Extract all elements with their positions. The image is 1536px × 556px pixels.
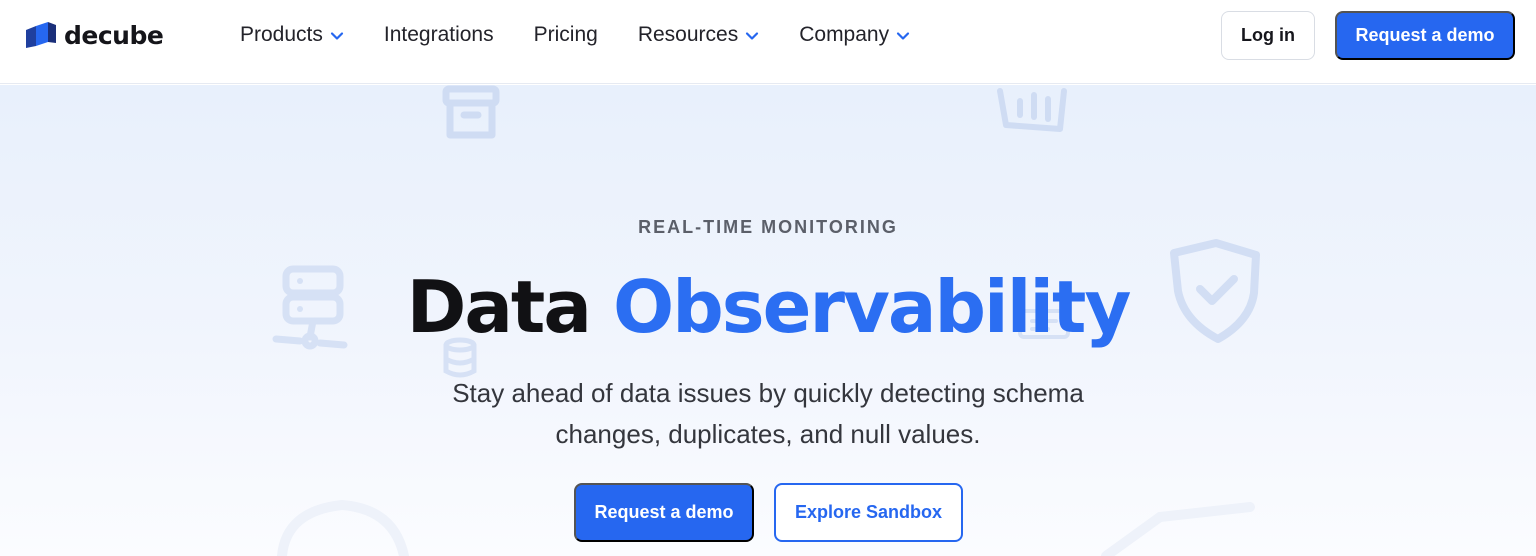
request-demo-hero-button[interactable]: Request a demo: [574, 483, 754, 542]
bar-chart-icon: [997, 88, 1067, 132]
user-outline-icon: [277, 499, 409, 556]
decube-logo-icon: [26, 22, 56, 48]
nav-resources[interactable]: Resources: [638, 23, 759, 47]
nav-products-label: Products: [240, 23, 323, 46]
chart-outline-icon: [1101, 502, 1255, 556]
hero-eyebrow: REAL-TIME MONITORING: [638, 217, 898, 237]
hero-subtitle: Stay ahead of data issues by quickly det…: [418, 373, 1118, 455]
hero-title: Data Observability: [0, 257, 1536, 357]
hero-title-accent: Observability: [613, 265, 1131, 349]
site-header: decube Products Integrations Pricing Res…: [0, 0, 1536, 84]
hero-section: REAL-TIME MONITORING Data Observability …: [0, 85, 1536, 556]
request-demo-header-button[interactable]: Request a demo: [1335, 11, 1515, 60]
hero-subtitle-line2: changes, duplicates, and null values.: [555, 419, 981, 449]
decube-logo[interactable]: decube: [26, 20, 164, 50]
chevron-down-icon: [330, 32, 343, 40]
nav-pricing[interactable]: Pricing: [534, 23, 598, 47]
nav-company[interactable]: Company: [799, 23, 910, 47]
chevron-down-icon: [746, 32, 759, 40]
brand-name: decube: [64, 20, 164, 50]
explore-sandbox-button[interactable]: Explore Sandbox: [774, 483, 963, 542]
nav-integrations[interactable]: Integrations: [384, 23, 494, 47]
main-nav: Products Integrations Pricing Resources …: [240, 0, 950, 70]
nav-resources-label: Resources: [637, 23, 739, 46]
hero-title-plain: Data: [406, 265, 592, 349]
nav-products[interactable]: Products: [240, 23, 344, 47]
nav-company-label: Company: [799, 23, 890, 46]
archive-box-icon: [442, 85, 500, 139]
nav-integrations-label: Integrations: [383, 23, 494, 46]
hero-subtitle-line1: Stay ahead of data issues by quickly det…: [452, 378, 1084, 408]
login-button[interactable]: Log in: [1221, 11, 1315, 60]
nav-pricing-label: Pricing: [533, 23, 598, 46]
chevron-down-icon: [897, 32, 910, 40]
